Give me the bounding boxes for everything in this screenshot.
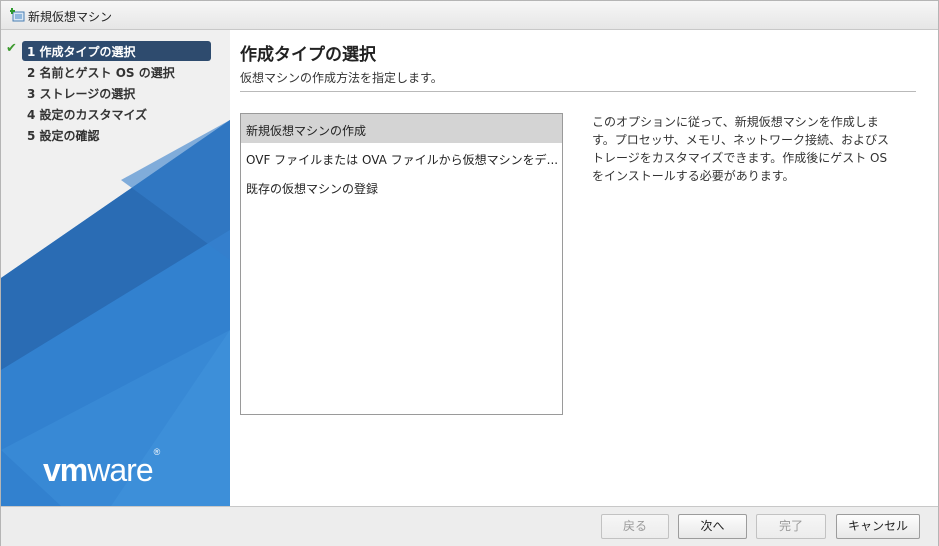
step-label: 3 ストレージの選択	[27, 87, 136, 101]
checkmark-icon: ✔	[6, 41, 17, 56]
new-vm-dialog: 新規仮想マシン ✔ 1 作成タイプの選択 2 名前とゲスト OS の選択 3 ス…	[0, 0, 939, 546]
new-vm-icon	[10, 8, 25, 22]
step-label: 4 設定のカスタマイズ	[27, 108, 148, 122]
step-select-creation-type[interactable]: ✔ 1 作成タイプの選択	[1, 40, 230, 61]
option-deploy-from-ovf-ova[interactable]: OVF ファイルまたは OVA ファイルから仮想マシンをデ...	[241, 143, 562, 172]
wizard-sidebar: ✔ 1 作成タイプの選択 2 名前とゲスト OS の選択 3 ストレージの選択 …	[1, 30, 230, 506]
finish-button[interactable]: 完了	[756, 514, 826, 539]
vmware-logo: vmware®	[43, 447, 160, 488]
wizard-footer: 戻る 次へ 完了 キャンセル	[1, 506, 938, 546]
cancel-button[interactable]: キャンセル	[836, 514, 920, 539]
window-title: 新規仮想マシン	[28, 10, 113, 24]
step-name-and-guest-os[interactable]: 2 名前とゲスト OS の選択	[1, 61, 230, 82]
page-subtitle: 仮想マシンの作成方法を指定します。	[240, 71, 443, 85]
step-confirm-settings[interactable]: 5 設定の確認	[1, 124, 230, 145]
divider	[240, 91, 916, 92]
page-title: 作成タイプの選択	[240, 45, 376, 65]
option-description: このオプションに従って、新規仮想マシンを作成します。プロセッサ、メモリ、ネットワ…	[592, 115, 890, 183]
option-register-existing-vm[interactable]: 既存の仮想マシンの登録	[241, 172, 562, 201]
creation-type-list[interactable]: 新規仮想マシンの作成 OVF ファイルまたは OVA ファイルから仮想マシンをデ…	[240, 113, 563, 415]
step-label: 2 名前とゲスト OS の選択	[27, 66, 175, 80]
next-button[interactable]: 次へ	[678, 514, 747, 539]
wizard-content: 作成タイプの選択 仮想マシンの作成方法を指定します。 新規仮想マシンの作成 OV…	[230, 30, 938, 506]
wizard-steps: ✔ 1 作成タイプの選択 2 名前とゲスト OS の選択 3 ストレージの選択 …	[1, 40, 230, 145]
step-select-storage[interactable]: 3 ストレージの選択	[1, 82, 230, 103]
step-label: 5 設定の確認	[27, 129, 100, 143]
step-customize-settings[interactable]: 4 設定のカスタマイズ	[1, 103, 230, 124]
step-label: 1 作成タイプの選択	[27, 45, 136, 59]
title-bar: 新規仮想マシン	[1, 1, 938, 30]
back-button[interactable]: 戻る	[601, 514, 669, 539]
option-create-new-vm[interactable]: 新規仮想マシンの作成	[241, 114, 562, 143]
